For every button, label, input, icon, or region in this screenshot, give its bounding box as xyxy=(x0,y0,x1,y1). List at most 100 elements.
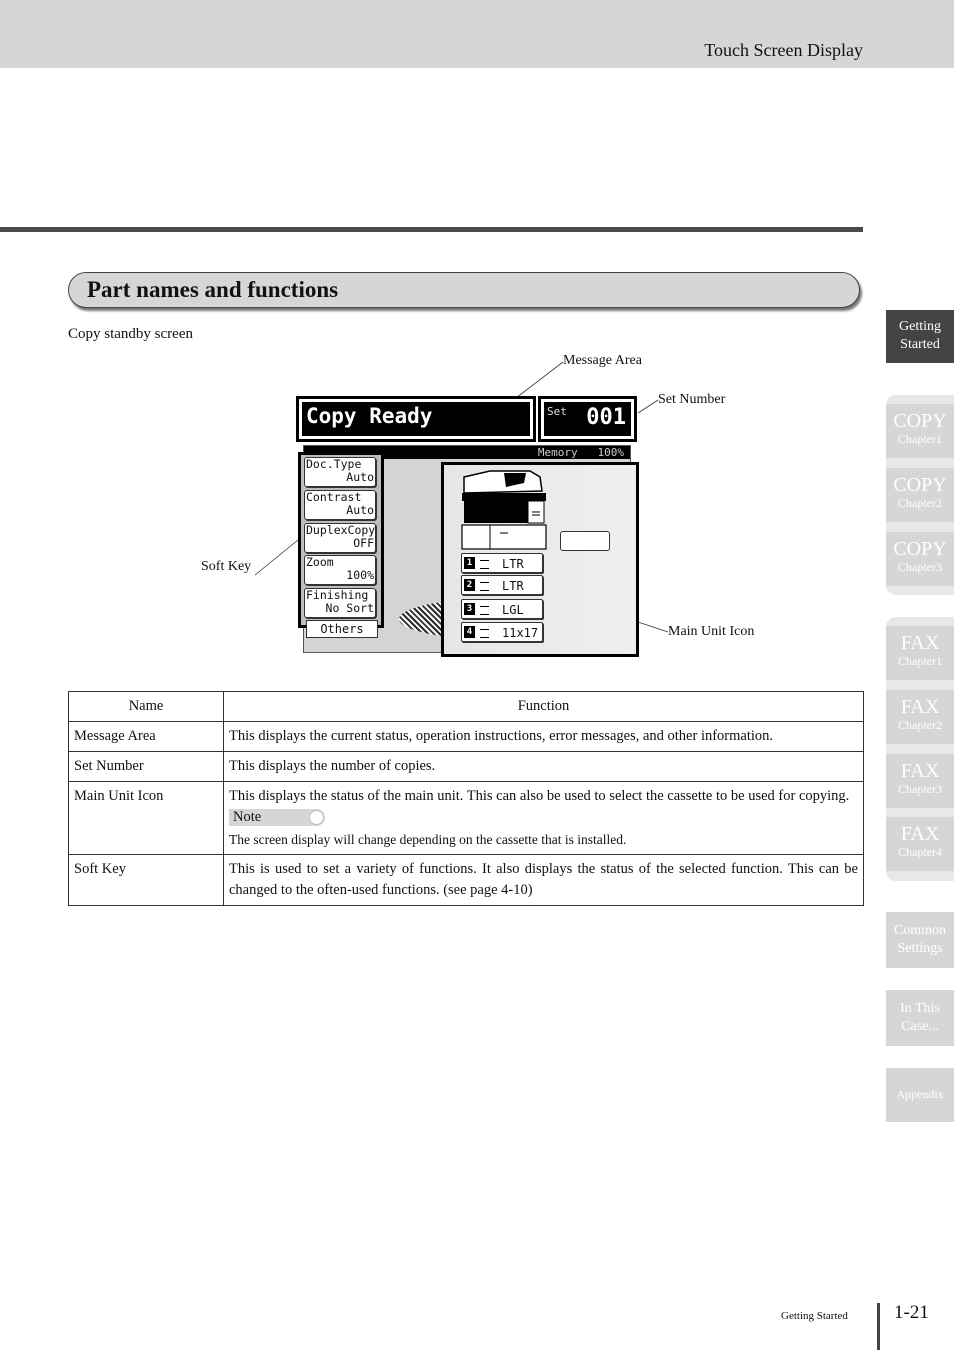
copier-icon xyxy=(461,470,547,550)
tray-3[interactable]: 3 LGL xyxy=(461,599,543,619)
message-text: Copy Ready xyxy=(302,402,530,436)
callout-line-set-number xyxy=(637,399,659,414)
tab-common-settings[interactable]: Common Settings xyxy=(886,912,954,968)
touch-screen-illustration: Copy Ready Set 001 Memory 100% Doc.Type A… xyxy=(296,396,639,658)
tab-fax-chapter2[interactable]: FAX Chapter2 xyxy=(886,690,954,744)
tray-1[interactable]: 1 LTR xyxy=(461,553,543,573)
header-band: Touch Screen Display xyxy=(0,0,954,68)
figure-caption: Copy standby screen xyxy=(68,326,193,342)
row-name: Message Area xyxy=(68,721,224,752)
soft-key-zoom[interactable]: Zoom 100% xyxy=(304,555,376,585)
tab-title: FAX xyxy=(900,823,940,845)
row-function: This displays the status of the main uni… xyxy=(229,788,850,804)
others-button[interactable]: Others xyxy=(306,620,378,638)
soft-key-value: 100% xyxy=(346,568,374,582)
tab-subtitle: Chapter3 xyxy=(898,560,942,574)
tray-size: LGL xyxy=(502,603,524,617)
footer-divider xyxy=(877,1303,880,1350)
screen-panel: Memory 100% Doc.Type Auto Contrast Auto Du… xyxy=(298,445,639,657)
callout-soft-key: Soft Key xyxy=(201,559,252,574)
header-name: Name xyxy=(68,691,224,722)
tab-title: COPY xyxy=(893,474,947,496)
footer-section: Getting Started xyxy=(781,1310,848,1322)
tray-number: 2 xyxy=(464,579,475,591)
tab-fax-chapter3[interactable]: FAX Chapter3 xyxy=(886,754,954,808)
soft-key-value: No Sort xyxy=(325,601,374,615)
tab-subtitle: Chapter3 xyxy=(898,782,942,796)
table-header-row: Name Function xyxy=(68,691,864,722)
tab-label: In This xyxy=(900,1001,940,1016)
tab-title: FAX xyxy=(900,760,940,782)
paper-icon xyxy=(480,582,489,591)
note-badge: Note xyxy=(229,809,325,826)
main-unit-icon[interactable]: 1 LTR 2 LTR 3 LGL 4 11x17 xyxy=(441,462,639,657)
paper-icon xyxy=(480,606,489,615)
row-function: This displays the current status, operat… xyxy=(223,721,864,752)
tab-label: Case... xyxy=(901,1019,939,1034)
soft-key-value: Auto xyxy=(346,503,374,517)
row-name: Set Number xyxy=(68,751,224,782)
tab-title: FAX xyxy=(900,632,940,654)
row-function: This is used to set a variety of functio… xyxy=(223,854,864,906)
soft-key-finishing[interactable]: Finishing No Sort xyxy=(304,588,376,618)
bypass-tray-icon[interactable] xyxy=(560,531,610,551)
callout-line-main-unit xyxy=(637,621,669,633)
tray-size: 11x17 xyxy=(502,626,539,640)
divider-rule xyxy=(0,227,863,232)
tray-4[interactable]: 4 11x17 xyxy=(461,622,543,642)
tray-number: 4 xyxy=(464,626,475,638)
row-function: This displays the number of copies. xyxy=(223,751,864,782)
message-area: Copy Ready xyxy=(296,396,536,442)
paper-icon xyxy=(480,629,489,638)
tab-label: Getting xyxy=(899,319,941,334)
tab-label: Common xyxy=(893,923,947,938)
tab-getting-started[interactable]: Getting Started xyxy=(886,310,954,363)
tab-label: Settings xyxy=(897,941,943,956)
tab-subtitle: Chapter1 xyxy=(898,432,942,446)
tray-number: 1 xyxy=(464,557,475,569)
table-row: Message Area This displays the current s… xyxy=(68,721,864,752)
section-heading-box: Part names and functions xyxy=(68,272,860,308)
tab-title: FAX xyxy=(900,696,940,718)
set-number-value: 001 xyxy=(586,405,626,430)
tab-copy-chapter2[interactable]: COPY Chapter2 xyxy=(886,468,954,522)
tab-subtitle: Chapter2 xyxy=(898,496,942,510)
callout-line-soft-key xyxy=(254,539,299,576)
soft-key-value: OFF xyxy=(353,536,374,550)
section-heading: Part names and functions xyxy=(87,277,339,302)
callout-line-message-area xyxy=(515,361,564,399)
callout-message-area: Message Area xyxy=(563,353,642,368)
table-row: Main Unit Icon This displays the status … xyxy=(68,781,864,855)
tab-fax-chapter4[interactable]: FAX Chapter4 xyxy=(886,817,954,871)
tab-title: COPY xyxy=(893,538,947,560)
tray-size: LTR xyxy=(502,579,524,593)
callout-set-number: Set Number xyxy=(658,392,726,407)
tab-fax-chapter1[interactable]: FAX Chapter1 xyxy=(886,626,954,680)
callout-lines xyxy=(254,361,669,633)
tab-in-this-case[interactable]: In This Case... xyxy=(886,990,954,1046)
soft-key-contrast[interactable]: Contrast Auto xyxy=(304,490,376,520)
note-text: The screen display will change depending… xyxy=(229,832,627,847)
tab-subtitle: Chapter2 xyxy=(898,718,942,732)
tab-copy-chapter3[interactable]: COPY Chapter3 xyxy=(886,532,954,586)
page-number: 1-21 xyxy=(894,1302,929,1323)
soft-key-duplex-copy[interactable]: DuplexCopy OFF xyxy=(304,523,376,553)
tab-subtitle: Chapter1 xyxy=(898,654,942,668)
tab-copy-chapter1[interactable]: COPY Chapter1 xyxy=(886,404,954,458)
table-row: Set Number This displays the number of c… xyxy=(68,751,864,782)
tray-size: LTR xyxy=(502,557,524,571)
header-title: Touch Screen Display xyxy=(704,40,863,60)
tray-2[interactable]: 2 LTR xyxy=(461,575,543,595)
tab-subtitle: Chapter4 xyxy=(898,845,942,859)
row-name: Soft Key xyxy=(68,854,224,906)
soft-key-doc-type[interactable]: Doc.Type Auto xyxy=(304,457,376,487)
tab-appendix[interactable]: Appendix xyxy=(886,1068,954,1122)
tab-label: Started xyxy=(900,337,940,352)
tab-label: Appendix xyxy=(896,1087,944,1101)
set-label: Set xyxy=(547,405,567,418)
soft-key-value: Auto xyxy=(346,470,374,484)
tray-number: 3 xyxy=(464,603,475,615)
callout-main-unit-icon: Main Unit Icon xyxy=(668,624,755,639)
paper-icon xyxy=(480,560,489,569)
row-function-cell: This displays the status of the main uni… xyxy=(223,781,864,855)
